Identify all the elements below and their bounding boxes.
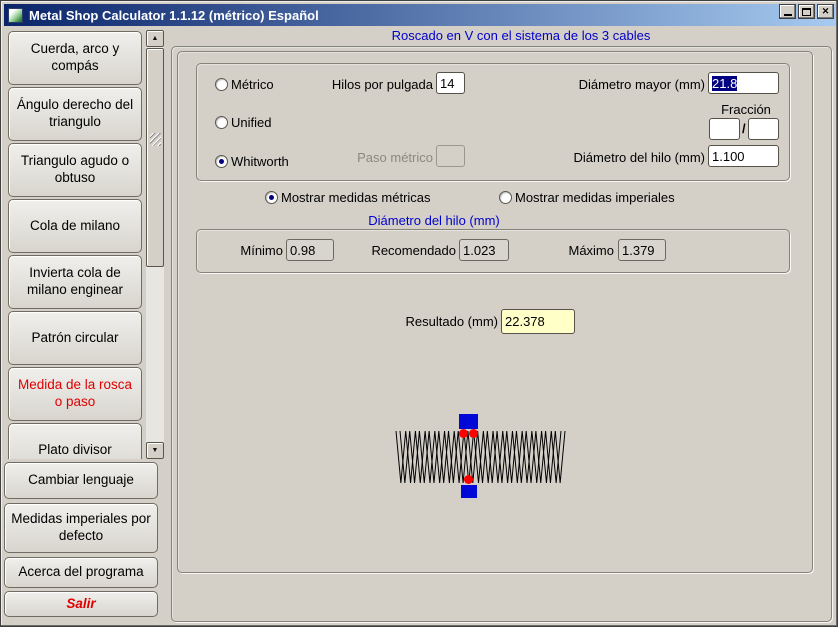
maximo-value: 1.379 (618, 239, 666, 261)
scroll-down-icon: ▼ (152, 447, 159, 454)
radio-medidas-imperiales[interactable] (499, 191, 512, 204)
about-button[interactable]: Acerca del programa (4, 557, 158, 588)
radio-medidas-metricas[interactable] (265, 191, 278, 204)
wire-section-title: Diámetro del hilo (mm) (284, 213, 584, 228)
close-button[interactable]: ✕ (817, 4, 834, 19)
fraccion-slash: / (742, 121, 746, 136)
diametro-hilo-label: Diámetro del hilo (mm) (556, 150, 705, 165)
fraccion-label: Fracción (706, 102, 786, 117)
sidebar-item-plato-divisor[interactable]: Plato divisor (8, 423, 142, 459)
radio-medidas-metricas-label[interactable]: Mostrar medidas métricas (281, 190, 431, 205)
scrollbar-thumb[interactable] (146, 48, 164, 267)
diametro-mayor-label: Diámetro mayor (mm) (561, 77, 705, 92)
resultado-value: 22.378 (501, 309, 575, 334)
diametro-hilo-input[interactable]: 1.100 (708, 145, 779, 167)
bottom-wire-icon (464, 475, 473, 484)
maximo-label: Máximo (541, 243, 614, 258)
imperial-default-button[interactable]: Medidas imperiales por defecto (4, 503, 158, 553)
sidebar-item-angulo-derecho[interactable]: Ángulo derecho del triangulo (8, 87, 142, 141)
sidebar-item-medida-rosca-active[interactable]: Medida de la rosca o paso (8, 367, 142, 421)
top-anvil (459, 414, 478, 429)
app-icon (8, 8, 23, 23)
maximize-button[interactable] (798, 4, 815, 19)
maximize-icon (802, 8, 811, 16)
top-wire-2-icon (469, 429, 478, 438)
exit-button[interactable]: Salir (4, 591, 158, 617)
radio-metrico[interactable] (215, 78, 228, 91)
window-title: Metal Shop Calculator 1.1.12 (métrico) E… (29, 8, 319, 23)
scrollbar-grip-icon (150, 133, 161, 146)
sidebar-item-invierta-cola[interactable]: Invierta cola de milano enginear (8, 255, 142, 309)
diametro-mayor-input[interactable]: 21.8 (708, 72, 779, 94)
radio-medidas-imperiales-label[interactable]: Mostrar medidas imperiales (515, 190, 675, 205)
paso-metrico-input (436, 145, 465, 167)
thread-diagram (389, 411, 569, 503)
selected-text: 21.8 (712, 76, 737, 91)
change-language-button[interactable]: Cambiar lenguaje (4, 462, 158, 499)
sidebar-scrollbar[interactable]: ▲ ▼ (146, 30, 164, 459)
window-controls: ✕ (779, 4, 834, 19)
scroll-down-button[interactable]: ▼ (146, 442, 164, 459)
minimo-label: Mínimo (201, 243, 283, 258)
app-window: Metal Shop Calculator 1.1.12 (métrico) E… (0, 0, 838, 627)
minimize-button[interactable] (779, 4, 796, 19)
radio-unified[interactable] (215, 116, 228, 129)
sidebar-item-patron-circular[interactable]: Patrón circular (8, 311, 142, 365)
resultado-label: Resultado (mm) (331, 314, 498, 329)
recomendado-value: 1.023 (459, 239, 509, 261)
minimo-value: 0.98 (286, 239, 334, 261)
radio-unified-label[interactable]: Unified (231, 115, 271, 130)
title-bar[interactable]: Metal Shop Calculator 1.1.12 (métrico) E… (4, 4, 836, 26)
close-icon: ✕ (822, 6, 830, 17)
page-title: Roscado en V con el sistema de los 3 cab… (191, 28, 838, 43)
bottom-anvil (461, 485, 477, 498)
hilos-por-pulgada-label: Hilos por pulgada (301, 77, 433, 92)
sidebar-item-cola-de-milano[interactable]: Cola de milano (8, 199, 142, 253)
paso-metrico-label: Paso métrico (331, 150, 433, 165)
scroll-up-button[interactable]: ▲ (146, 30, 164, 47)
radio-metrico-label[interactable]: Métrico (231, 77, 274, 92)
fraccion-numerator-input[interactable] (709, 118, 740, 140)
sidebar-item-triangulo-agudo[interactable]: Triangulo agudo o obtuso (8, 143, 142, 197)
hilos-por-pulgada-input[interactable]: 14 (436, 72, 465, 94)
fraccion-denominator-input[interactable] (748, 118, 779, 140)
radio-whitworth[interactable] (215, 155, 228, 168)
scroll-up-icon: ▲ (152, 35, 159, 42)
radio-whitworth-label[interactable]: Whitworth (231, 154, 289, 169)
recomendado-label: Recomendado (341, 243, 456, 258)
top-wire-1-icon (459, 429, 468, 438)
sidebar-nav: Cuerda, arco y compás Ángulo derecho del… (7, 30, 143, 459)
sidebar-item-cuerda-arco-compas[interactable]: Cuerda, arco y compás (8, 31, 142, 85)
minimize-icon (784, 14, 792, 16)
